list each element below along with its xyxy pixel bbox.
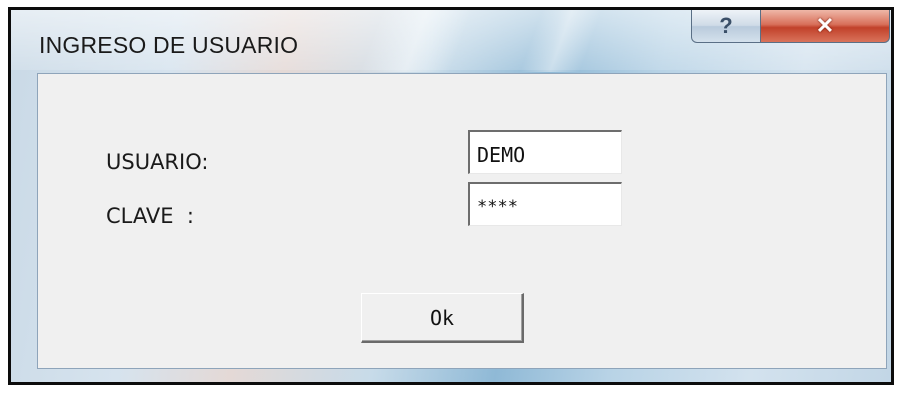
login-dialog-window: INGRESO DE USUARIO ? ✕ USUARIO: CLAVE : …	[8, 7, 894, 385]
help-button[interactable]: ?	[691, 10, 761, 43]
glass-reflection	[519, 10, 603, 72]
username-input[interactable]	[468, 130, 622, 174]
password-label: CLAVE :	[106, 204, 194, 228]
password-input[interactable]	[468, 182, 622, 226]
username-label: USUARIO:	[106, 150, 209, 174]
dialog-client-area: USUARIO: CLAVE : Ok	[37, 73, 887, 369]
close-icon: ✕	[815, 13, 835, 38]
glass-reflection	[359, 10, 473, 72]
window-title: INGRESO DE USUARIO	[39, 32, 299, 58]
ok-button[interactable]: Ok	[361, 293, 524, 343]
close-button[interactable]: ✕	[760, 10, 890, 43]
help-icon: ?	[719, 13, 733, 38]
